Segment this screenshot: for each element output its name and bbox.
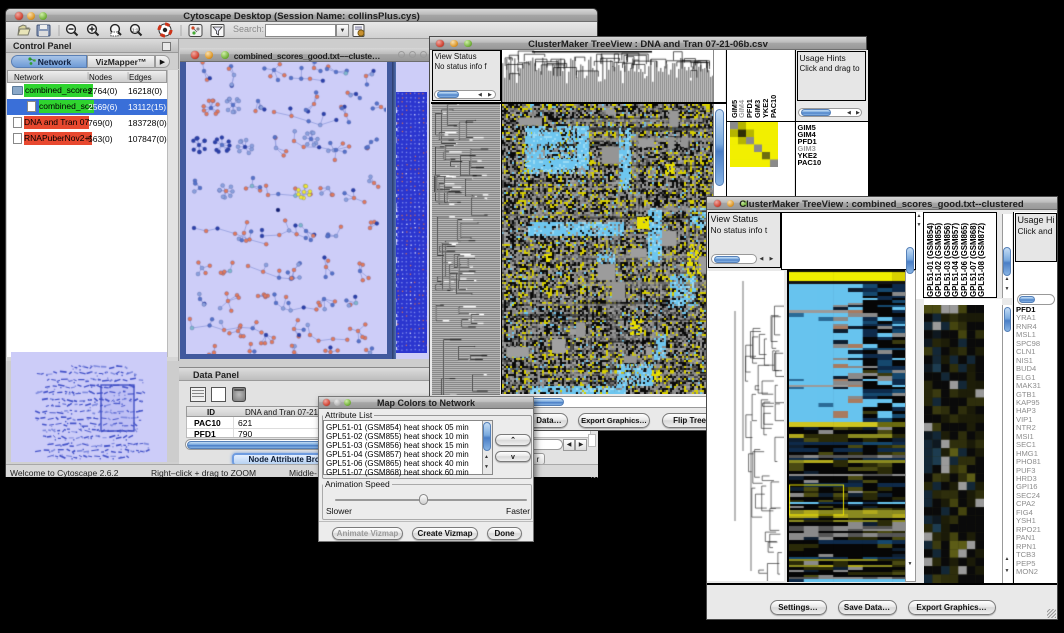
svg-text:1:1: 1:1 (132, 28, 139, 33)
